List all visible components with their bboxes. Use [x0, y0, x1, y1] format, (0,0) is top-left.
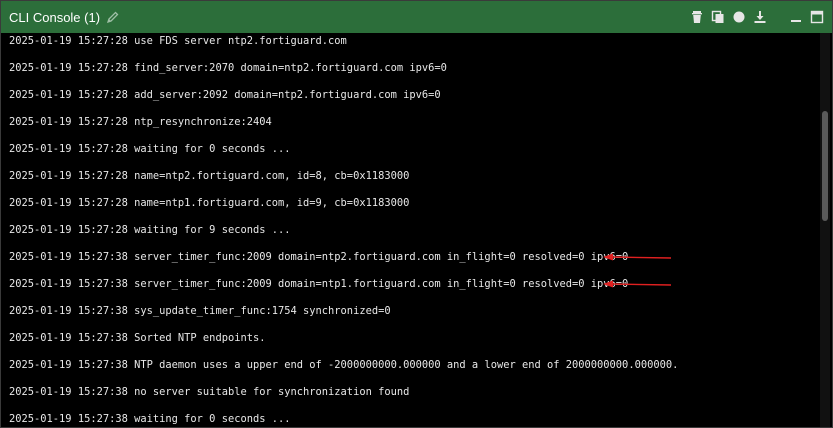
- trash-icon[interactable]: [690, 10, 704, 24]
- console-line: 2025-01-19 15:27:28 name=ntp1.fortiguard…: [9, 197, 410, 209]
- console-line: 2025-01-19 15:27:28 ntp_resynchronize:24…: [9, 116, 272, 128]
- copy-icon[interactable]: [711, 10, 725, 24]
- red-arrow-icon: [603, 253, 672, 261]
- console-line: 2025-01-19 15:27:38 Sorted NTP endpoints…: [9, 332, 266, 344]
- console-line: 2025-01-19 15:27:28 find_server:2070 dom…: [9, 62, 447, 74]
- console-line: 2025-01-19 15:27:38 server_timer_func:20…: [9, 278, 629, 290]
- maximize-icon[interactable]: [810, 10, 824, 24]
- console-line: 2025-01-19 15:27:38 server_timer_func:20…: [9, 251, 629, 263]
- console-line: 2025-01-19 15:27:38 waiting for 0 second…: [9, 413, 291, 425]
- console-line: 2025-01-19 15:27:38 sys_update_timer_fun…: [9, 305, 391, 317]
- minimize-icon[interactable]: [789, 10, 803, 24]
- vertical-scrollbar[interactable]: [820, 33, 830, 427]
- console-line: 2025-01-19 15:27:38 no server suitable f…: [9, 386, 410, 398]
- console-line: 2025-01-19 15:27:28 add_server:2092 doma…: [9, 89, 441, 101]
- title-actions: [690, 1, 824, 33]
- console-line: 2025-01-19 15:27:38 NTP daemon uses a up…: [9, 359, 679, 371]
- console-line: 2025-01-19 15:27:28 use FDS server ntp2.…: [9, 35, 347, 47]
- window-title: CLI Console (1): [9, 9, 101, 25]
- scrollbar-thumb[interactable]: [822, 111, 828, 221]
- console-line: 2025-01-19 15:27:28 waiting for 9 second…: [9, 224, 291, 236]
- title-bar: CLI Console (1): [1, 1, 832, 33]
- console-line: 2025-01-19 15:27:28 waiting for 0 second…: [9, 143, 291, 155]
- download-icon[interactable]: [753, 10, 767, 24]
- pencil-icon[interactable]: [106, 10, 120, 24]
- console-output[interactable]: 2025-01-19 15:27:28 use FDS server ntp2.…: [1, 33, 821, 427]
- red-arrow-icon: [603, 280, 672, 288]
- record-icon[interactable]: [732, 10, 746, 24]
- console-line: 2025-01-19 15:27:28 name=ntp2.fortiguard…: [9, 170, 410, 182]
- cli-console-window: CLI Console (1) 2025-01-19 15:27:28 use …: [0, 0, 833, 428]
